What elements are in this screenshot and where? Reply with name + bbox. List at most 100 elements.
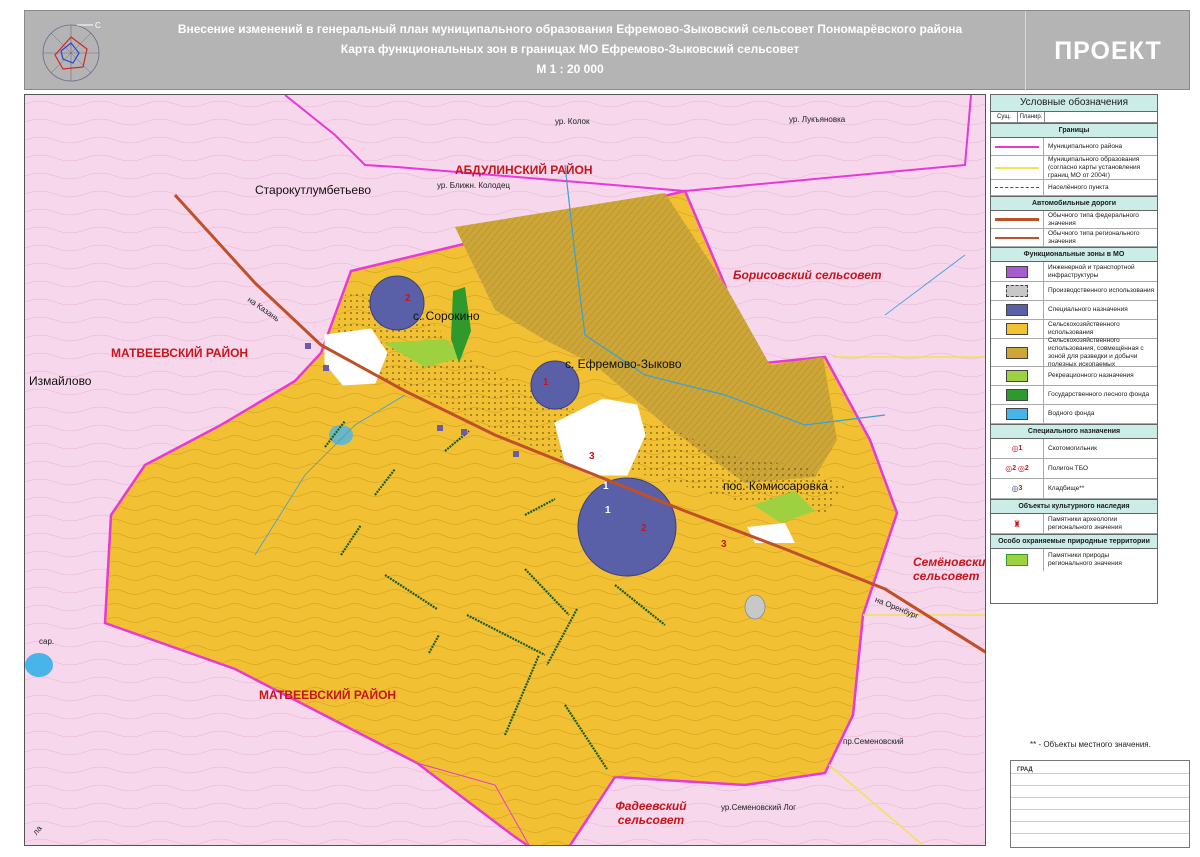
nature-monument-icon [1006,554,1028,566]
label-sar: сар. [39,637,55,646]
legend-swatch [1006,408,1028,420]
legend-label: Водного фонда [1048,410,1095,417]
label-semenovsky-pr: пр.Семеновский [843,737,904,746]
marker-3-komissarovka: 3 [721,539,727,550]
label-matveevsky-district-south: МАТВЕЕВСКИЙ РАЙОН [259,688,397,702]
legend-symbol-zone [991,282,1044,300]
project-status-label: ПРОЕКТ [1054,37,1162,65]
legend-section-zones: Функциональные зоны в МО [991,247,1157,262]
legend-label: Сельскохозяйственного использования, сов… [1048,336,1144,368]
footnote: ** - Объекты местного значения. [1030,740,1151,749]
legend-label: Инженерной и транспортной инфраструктуры [1048,263,1135,279]
legend-symbol-special: ◎ 3 [991,479,1044,498]
legend-swatch [1006,265,1028,278]
label-semenovsky-log: ур.Семеновский Лог [721,803,797,812]
target-icon: ◎ [1011,443,1019,453]
target-icon: ◎ [1005,463,1013,473]
legend-label: Сельскохозяйственного использования [1048,321,1120,336]
legend-columns: Сущ. Планир. [991,112,1157,123]
marker-1-efremovo: 1 [543,377,549,388]
legend-zone-special: Специального назначения [991,301,1157,320]
legend-section-heritage: Объекты культурного наследия [991,499,1157,514]
legend-section-protected: Особо охраняемые природные территории [991,534,1157,549]
legend-special-num: 1 [1018,444,1023,452]
dump-site [744,594,766,620]
legend-label: Памятники археологии регионального значе… [1048,515,1122,531]
legend-heritage-archaeology: ♜ Памятники археологии регионального зна… [991,514,1157,534]
legend-label: Муниципального образования (согласно кар… [1048,155,1141,179]
legend-symbol-zone [991,367,1044,385]
compass-rose-icon: С [42,21,101,82]
legend-special-cattle: ◎ 1 Скотомогильник [991,439,1157,459]
marker-3-efremovo: 3 [589,451,595,462]
marker-1-tbo-top: 1 [603,481,609,492]
legend-special-num: 2 [1024,464,1029,472]
legend-symbol-zone [991,262,1044,281]
map-drawing [25,95,985,845]
label-kolodets: ур. Ближн. Колодец [437,181,510,190]
map-title-line1: Внесение изменений в генеральный план му… [177,22,963,36]
legend-label: Рекреационного назначения [1048,372,1134,379]
legend-symbol-zone [991,320,1044,338]
legend-swatch [1006,346,1028,359]
label-semenovsky-council: Семёновский сельсовет [913,555,986,583]
legend-label: Обычного типа федерального значения [1048,211,1139,227]
legend-swatch [1006,304,1028,316]
label-sorokino: с. Сорокино [413,309,480,323]
legend-col-exist: Сущ. [991,112,1018,122]
legend-symbol-federal-road [991,211,1044,228]
legend-swatch [1006,389,1028,401]
legend-label: Населённого пункта [1048,183,1109,191]
stamp-rule [1011,809,1189,810]
legend-symbol-special: ◎ 1 [991,439,1044,458]
legend-col-plan: Планир. [1018,112,1045,122]
label-kolok: ур. Колок [555,117,590,126]
title-stamp: ГРАД [1010,760,1190,848]
map-title-line2: Карта функциональных зон в границах МО Е… [340,42,800,56]
legend-road-federal: Обычного типа федерального значения [991,211,1157,229]
legend-symbol-district-border [991,138,1044,155]
legend-section-borders: Границы [991,123,1157,138]
label-borisovsky-council: Борисовский сельсовет [733,268,882,282]
legend-symbol-zone [991,301,1044,319]
legend-symbol-zone [991,405,1044,423]
legend-special-num: 3 [1018,484,1023,492]
map-canvas[interactable]: АБДУЛИНСКИЙ РАЙОН МАТВЕЕВСКИЙ РАЙОН МАТВ… [24,94,986,846]
legend-symbol-regional-road [991,229,1044,246]
target-icon: ◎ [1011,483,1019,493]
map-scale: М 1 : 20 000 [536,62,604,76]
target-icon: ◎ [1017,463,1025,473]
stamp-rule [1011,785,1189,786]
label-izmaylovo: Измайлово [29,374,92,388]
label-starokutlumbetyevo: Старокутлумбетьево [255,183,371,197]
legend-title: Условные обозначения [991,95,1157,112]
legend-zone-mining: Сельскохозяйственного использования, сов… [991,336,1157,368]
label-efremovo-zykovo: с. Ефремово-Зыково [565,357,682,371]
stamp-rule [1011,833,1189,834]
legend-label: Скотомогильник [1048,444,1097,452]
legend-swatch [1006,285,1028,297]
legend-label: Кладбище** [1048,484,1085,492]
legend-protected-nature: Памятники природы регионального значения [991,549,1157,571]
legend-special-landfill: ◎ 2 ◎ 2 Полигон ТБО [991,459,1157,479]
legend-border-district: Муниципального района [991,138,1157,156]
legend-section-roads: Автомобильные дороги [991,196,1157,211]
marker-2-tbo: 2 [641,523,647,534]
stamp-rule [1011,797,1189,798]
label-lukyanovka: ур. Лукъяновка [789,115,846,124]
marker-2-sorokino: 2 [405,293,411,304]
legend-label: Обычного типа регионального значения [1048,229,1140,245]
marker-1-tbo: 1 [605,505,611,516]
legend-symbol-zone [991,339,1044,366]
legend-symbol-special: ◎ 2 ◎ 2 [991,459,1044,478]
legend-zone-infrastructure: Инженерной и транспортной инфраструктуры [991,262,1157,282]
legend-zone-forest: Государственного лесного фонда [991,386,1157,405]
legend-label: Полигон ТБО [1048,464,1089,472]
monument-icon: ♜ [1012,518,1022,529]
legend-zone-recreation: Рекреационного назначения [991,367,1157,386]
legend-symbol-protected [991,549,1044,571]
legend-label: Производственного использования [1048,287,1155,294]
legend-label: Памятники природы регионального значения [1048,552,1122,567]
legend-symbol-locality-border [991,180,1044,195]
legend-swatch [1006,323,1028,335]
